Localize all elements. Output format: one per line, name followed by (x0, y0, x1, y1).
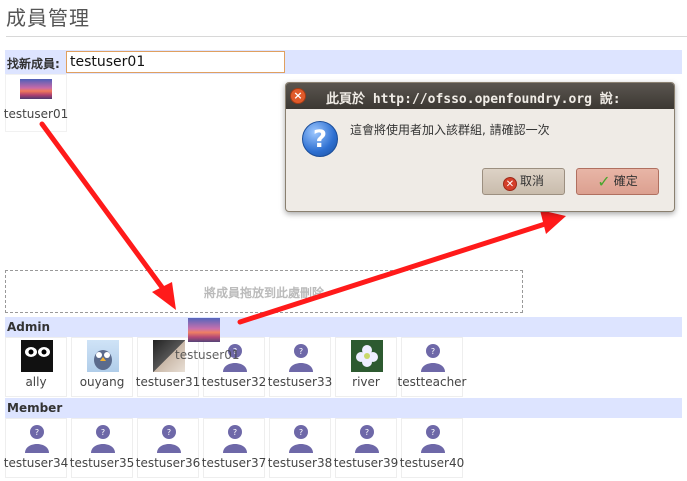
svg-text:?: ? (431, 347, 435, 356)
member-member-card[interactable]: ? testuser36 (136, 418, 200, 478)
search-result-name: testuser01 (3, 107, 69, 121)
member-name: testuser36 (135, 456, 201, 470)
cancel-icon: ✕ (502, 177, 517, 191)
member-name: ally (25, 375, 47, 389)
member-member-card[interactable]: ? testuser39 (334, 418, 398, 478)
svg-text:?: ? (431, 428, 435, 437)
member-member-card[interactable]: ? testuser35 (70, 418, 134, 478)
member-name: testuser40 (399, 456, 465, 470)
bird-avatar-icon (87, 340, 119, 372)
dragging-member[interactable]: testuser01 (175, 318, 240, 368)
member-name: river (352, 375, 380, 389)
svg-text:?: ? (101, 428, 105, 437)
dialog-title: 此頁於 http://ofsso.openfoundry.org 說: (326, 92, 621, 107)
svg-text:?: ? (233, 428, 237, 437)
member-name: testuser33 (267, 375, 333, 389)
svg-text:?: ? (35, 428, 39, 437)
user-avatar-icon: ? (219, 421, 251, 453)
dialog-message: 這會將使用者加入該群組, 請確認一次 (350, 123, 550, 137)
cancel-button[interactable]: ✕ 取消 (482, 168, 565, 195)
member-member-card[interactable]: ? testuser38 (268, 418, 332, 478)
user-avatar-icon: ? (21, 421, 53, 453)
search-result-card[interactable]: testuser01 (4, 74, 68, 132)
flower-avatar-icon (351, 340, 383, 372)
dialog-titlebar: × 此頁於 http://ofsso.openfoundry.org 說: (286, 83, 674, 109)
admin-section-bar (5, 317, 682, 337)
sunset-avatar-icon (20, 79, 52, 99)
cancel-button-label: 取消 (519, 174, 544, 188)
member-name: testteacher (397, 375, 467, 389)
checkmark-icon: ✓ (597, 172, 611, 191)
svg-text:?: ? (299, 428, 303, 437)
question-icon: ? (302, 121, 338, 157)
member-name: testuser38 (267, 456, 333, 470)
ok-button[interactable]: ✓ 確定 (576, 168, 659, 195)
member-section-label: Member (7, 401, 63, 415)
user-avatar-icon: ? (285, 421, 317, 453)
member-name: testuser34 (3, 456, 69, 470)
user-avatar-icon: ? (285, 340, 317, 372)
member-name: testuser32 (201, 375, 267, 389)
member-name: testuser39 (333, 456, 399, 470)
admin-section-label: Admin (7, 320, 51, 334)
member-member-card[interactable]: ? testuser40 (400, 418, 464, 478)
user-avatar-icon: ? (351, 421, 383, 453)
find-member-input[interactable] (66, 51, 285, 73)
user-avatar-icon: ? (417, 421, 449, 453)
admin-member-card[interactable]: river (335, 337, 397, 397)
member-name: ouyang (79, 375, 125, 389)
dragging-member-name: testuser01 (175, 348, 240, 362)
close-icon[interactable]: × (290, 88, 306, 104)
svg-text:?: ? (299, 347, 303, 356)
delete-drop-zone[interactable]: 將成員拖放到此處刪除 (5, 270, 523, 313)
find-member-label: 找新成員: (7, 57, 60, 71)
user-avatar-icon: ? (417, 340, 449, 372)
ally-avatar-icon (21, 340, 53, 372)
svg-text:?: ? (167, 428, 171, 437)
svg-text:?: ? (365, 428, 369, 437)
member-member-card[interactable]: ? testuser34 (4, 418, 68, 478)
member-name: testuser31 (135, 375, 201, 389)
member-member-card[interactable]: ? testuser37 (202, 418, 266, 478)
member-name: testuser37 (201, 456, 267, 470)
ok-button-label: 確定 (613, 174, 638, 188)
member-section-bar (5, 398, 682, 418)
admin-member-card[interactable]: ally (5, 337, 67, 397)
user-avatar-icon: ? (87, 421, 119, 453)
admin-member-card[interactable]: ouyang (71, 337, 133, 397)
title-divider (6, 36, 687, 37)
admin-member-card[interactable]: ? testuser33 (268, 337, 332, 397)
drop-zone-text: 將成員拖放到此處刪除 (203, 286, 324, 300)
page-title: 成員管理 (6, 6, 90, 30)
confirm-dialog: × 此頁於 http://ofsso.openfoundry.org 說: ? … (285, 82, 675, 212)
user-avatar-icon: ? (153, 421, 185, 453)
member-name: testuser35 (69, 456, 135, 470)
sunset-avatar-icon (188, 318, 220, 342)
admin-member-card[interactable]: ? testteacher (397, 337, 467, 397)
